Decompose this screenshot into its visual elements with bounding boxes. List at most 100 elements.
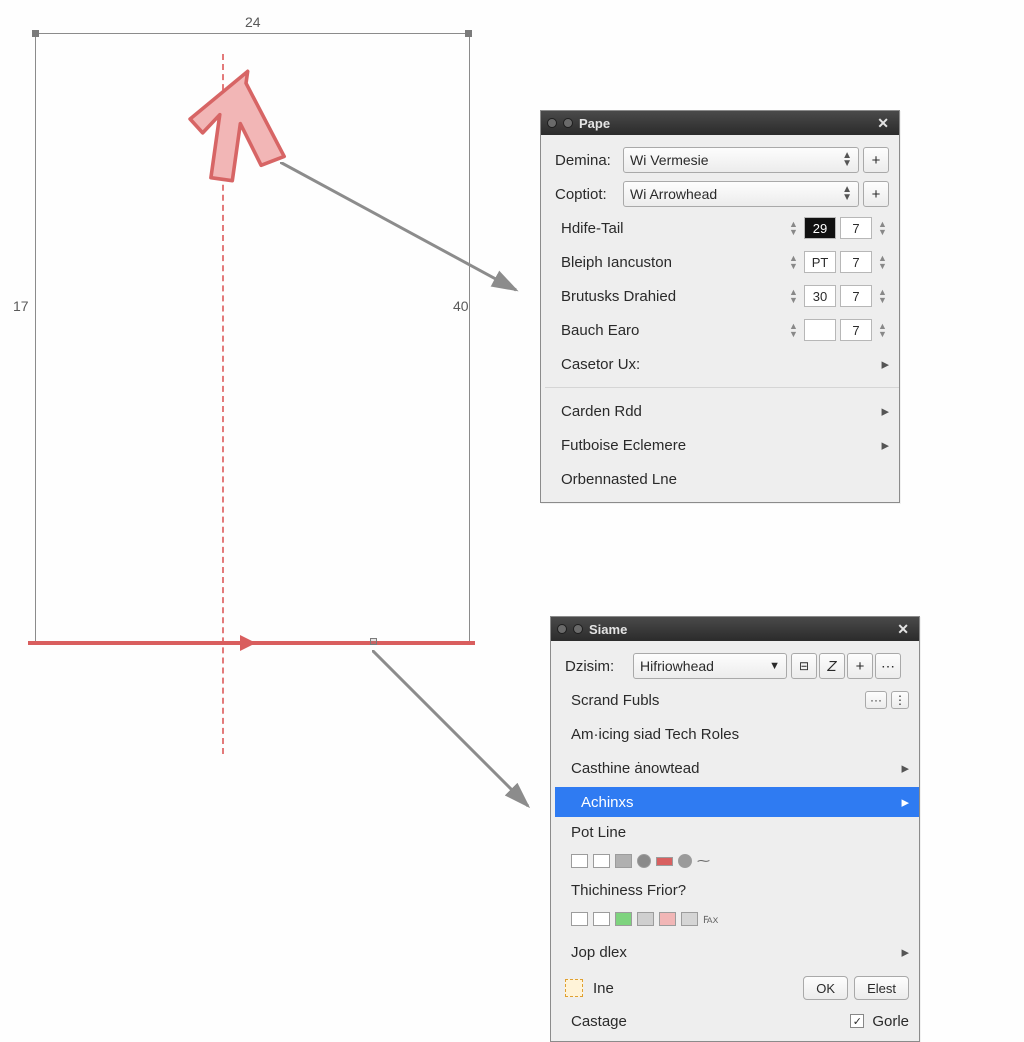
hdife-field2[interactable]: 7 [840, 217, 872, 239]
demina-label: Demina: [555, 152, 619, 169]
stepper-icon[interactable]: ▲▼ [878, 288, 889, 304]
gorle-checkbox[interactable]: ✓ [850, 1014, 864, 1028]
futboise-row[interactable]: Futboise Eclemere ▸ [555, 430, 889, 460]
stepper-icon[interactable]: ▲▼ [878, 220, 889, 236]
siame-footer: Ine OK Elest [565, 971, 909, 1005]
siame-dialog[interactable]: Siame ✕ Dzisim: Hifriowhead ▼ ⊟ Z + ⋯ Sc… [550, 616, 920, 1042]
brutusks-field2[interactable]: 7 [840, 285, 872, 307]
casthine-label: Casthine ȧnowtead [565, 760, 897, 777]
coptiot-label: Coptiot: [555, 186, 619, 203]
bleiph-field2[interactable]: 7 [840, 251, 872, 273]
traffic-light-icon [547, 118, 557, 128]
orben-row[interactable]: Orbennasted Lne [555, 464, 889, 494]
swatch[interactable] [678, 854, 692, 868]
chevron-right-icon: ▸ [881, 355, 889, 373]
casetor-label: Casetor Ux: [555, 356, 877, 373]
chevron-right-icon: ▸ [901, 943, 909, 961]
separator [545, 387, 899, 388]
ok-button[interactable]: OK [803, 976, 848, 1000]
swatch[interactable] [593, 912, 610, 926]
chevron-right-icon: ▸ [901, 759, 909, 777]
siame-titlebar[interactable]: Siame ✕ [551, 617, 919, 641]
coptiot-select[interactable]: Wi Arrowhead ▲▼ [623, 181, 859, 207]
hdife-field1[interactable]: 29 [804, 217, 836, 239]
swatch[interactable] [615, 854, 632, 868]
swatch[interactable] [571, 912, 588, 926]
bleiph-label: Bleiph Iancuston [555, 254, 783, 271]
line-handle[interactable] [370, 638, 377, 645]
stepper-icon[interactable]: ▲▼ [878, 254, 889, 270]
swatch[interactable] [593, 854, 610, 868]
achinxs-row[interactable]: Achinxs ▸ [555, 787, 919, 817]
elest-button[interactable]: Elest [854, 976, 909, 1000]
casetor-row[interactable]: Casetor Ux: ▸ [555, 349, 889, 379]
align-icon[interactable]: ⊟ [791, 653, 817, 679]
close-icon[interactable]: ✕ [873, 115, 893, 132]
jopdlex-row[interactable]: Jop dlex ▸ [565, 937, 909, 967]
stepper-icon[interactable]: ▲▼ [789, 254, 800, 270]
swatch[interactable] [615, 912, 632, 926]
ine-label: Ine [593, 980, 614, 997]
pape-titlebar[interactable]: Pape ✕ [541, 111, 899, 135]
misc-icon: ℻ [703, 911, 719, 927]
wave-icon: ⁓ [697, 853, 710, 869]
bauch-field2[interactable]: 7 [840, 319, 872, 341]
castage-row: Castage ✓ Gorle [565, 1009, 909, 1033]
swatch[interactable] [681, 912, 698, 926]
swatch[interactable] [656, 857, 673, 866]
dimension-top: 24 [245, 14, 261, 30]
potline-label: Pot Line [565, 824, 909, 841]
carden-row[interactable]: Carden Rdd ▸ [555, 396, 889, 426]
stepper-icon[interactable]: ▲▼ [878, 322, 889, 338]
more-icon[interactable]: ⋯ [875, 653, 901, 679]
demina-add-button[interactable]: + [863, 147, 889, 173]
pape-dialog[interactable]: Pape ✕ Demina: Wi Vermesie ▲▼ + Coptiot:… [540, 110, 900, 503]
brutusks-row: Brutusks Drahied ▲▼ 30 7 ▲▼ [555, 281, 889, 311]
potline-swatches: ⁓ [565, 847, 909, 875]
chevron-right-icon: ▸ [881, 436, 889, 454]
stepper-icon[interactable]: ▲▼ [789, 220, 800, 236]
ine-icon[interactable] [565, 979, 583, 997]
hdife-row: Hdife-Tail ▲▼ 29 7 ▲▼ [555, 213, 889, 243]
resize-handle-top-right[interactable] [465, 30, 472, 37]
carden-label: Carden Rdd [555, 403, 877, 420]
stepper-icon[interactable]: ▲▼ [789, 322, 800, 338]
design-select[interactable]: Hifriowhead ▼ [633, 653, 787, 679]
callout-arrow-bottom [372, 650, 572, 850]
swatch[interactable] [659, 912, 676, 926]
demina-select[interactable]: Wi Vermesie ▲▼ [623, 147, 859, 173]
drawing-canvas[interactable]: 24 17 40 [35, 26, 470, 676]
brutusks-field1[interactable]: 30 [804, 285, 836, 307]
scrand-options-button[interactable]: ⋮ [891, 691, 909, 709]
bauch-label: Bauch Earo [555, 322, 783, 339]
coptiot-value: Wi Arrowhead [630, 186, 717, 202]
italic-icon[interactable]: Z [819, 653, 845, 679]
swatch[interactable] [637, 854, 651, 868]
traffic-light-icon [557, 624, 567, 634]
bleiph-field1[interactable]: PT [804, 251, 836, 273]
dimension-left: 17 [13, 298, 29, 314]
traffic-light-icon [573, 624, 583, 634]
canvas-border-right [469, 33, 470, 643]
amicing-row[interactable]: Am·icing siad Tech Roles [565, 719, 909, 749]
amicing-label: Am·icing siad Tech Roles [565, 726, 909, 743]
swatch[interactable] [571, 854, 588, 868]
jopdlex-label: Jop dlex [565, 944, 897, 961]
bauch-field1[interactable] [804, 319, 836, 341]
resize-handle-top-left[interactable] [32, 30, 39, 37]
add-button[interactable]: + [847, 653, 873, 679]
futboise-label: Futboise Eclemere [555, 437, 877, 454]
siame-title: Siame [589, 622, 627, 637]
scrand-more-button[interactable]: ··· [865, 691, 887, 709]
coptiot-add-button[interactable]: + [863, 181, 889, 207]
scrand-row[interactable]: Scrand Fubls ··· ⋮ [565, 685, 909, 715]
coptiot-row: Coptiot: Wi Arrowhead ▲▼ + [555, 179, 889, 209]
close-icon[interactable]: ✕ [893, 621, 913, 638]
stepper-icon[interactable]: ▲▼ [789, 288, 800, 304]
vertical-guide[interactable] [222, 54, 224, 754]
casthine-row[interactable]: Casthine ȧnowtead ▸ [565, 753, 909, 783]
demina-value: Wi Vermesie [630, 152, 709, 168]
swatch[interactable] [637, 912, 654, 926]
traffic-light-icon [563, 118, 573, 128]
design-value: Hifriowhead [640, 658, 714, 674]
